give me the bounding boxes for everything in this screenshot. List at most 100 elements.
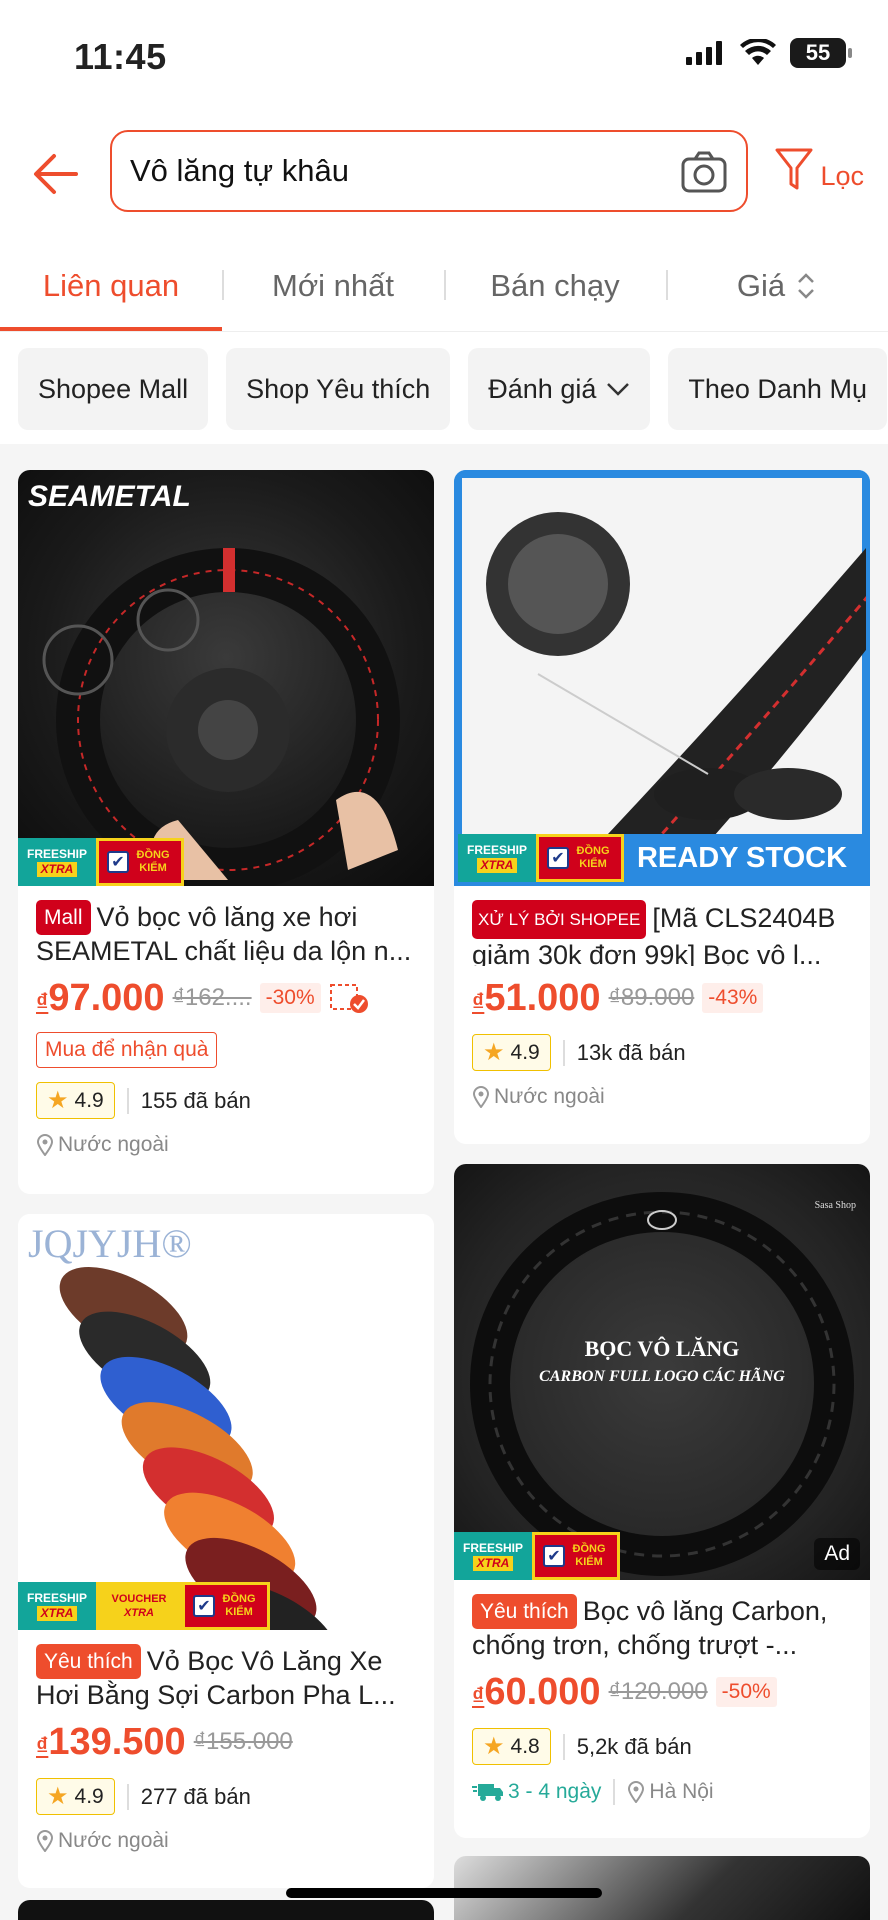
price: 51.000 [484,976,601,1019]
product-image: READY STOCK FREESHIP XTRA ✔ ĐỒNG KIỂM [454,470,870,886]
location-row: Nước ngoài [472,1085,852,1109]
location-text: Hà Nội [649,1780,714,1803]
divider [126,1783,129,1810]
product-image: BỌC VÔ LĂNG CARBON FULL LOGO CÁC HÃNG Sa… [454,1164,870,1580]
location-text: Nước ngoài [494,1085,605,1108]
tab-best-selling[interactable]: Bán chạy [444,240,666,331]
tab-label: Giá [736,267,786,303]
cellular-signal-icon [686,41,722,65]
product-card-partial[interactable] [18,1900,434,1920]
dong-kiem-badge: ✔ ĐỒNG KIỂM [96,838,184,886]
chip-shopee-mall[interactable]: Shopee Mall [18,348,209,430]
location-pin-icon [628,1781,645,1803]
sold-count: 5,2k đã bán [576,1733,692,1759]
brand-watermark: JQJYJH® [28,1221,192,1266]
rating-badge: ★ 4.8 [472,1728,551,1765]
steering-wheel-illustration [42,548,400,886]
tab-relevant[interactable]: Liên quan [0,240,222,331]
sold-count: 155 đã bán [140,1087,251,1113]
star-icon: ★ [47,1783,69,1810]
steering-cover-illustration [486,512,866,854]
original-price: ₫162.... [172,984,252,1011]
price-row: ₫97.000 ₫162.... -30% [36,976,416,1020]
sold-count: 13k đã bán [576,1039,686,1065]
chip-rating[interactable]: Đánh giá [468,348,651,430]
brand-watermark: SEAMETAL [28,480,191,513]
freeship-xtra-badge: FREESHIP XTRA [18,1582,96,1630]
gift-promo-tag: Mua để nhận quà [36,1032,218,1068]
back-arrow-icon[interactable] [26,144,86,204]
delivery-truck-icon [472,1784,503,1801]
search-header: Vô lăng tự khâu Lọc [0,110,888,240]
rating-sold-row: ★ 4.9 13k đã bán [472,1034,852,1071]
product-card[interactable]: BỌC VÔ LĂNG CARBON FULL LOGO CÁC HÃNG Sa… [454,1164,870,1838]
divider [126,1087,129,1114]
location-pin-icon [36,1134,54,1156]
promo-overlay: FREESHIP XTRA VOUCHER XTRA ✔ ĐỒNG KIỂM [18,1582,270,1630]
tab-label: Mới nhất [272,267,394,303]
battery-indicator: 55 [790,38,852,68]
promo-overlay: FREESHIP XTRA ✔ ĐỒNG KIỂM [18,838,184,886]
freeship-xtra-badge: FREESHIP XTRA [18,838,96,886]
status-bar: 11:45 55 [0,0,888,110]
original-price: ₫155.000 [193,1728,293,1755]
product-info: Yêu thích Bọc vô lăng Carbon, chống trơn,… [454,1580,870,1823]
price: 60.000 [484,1670,601,1713]
product-card[interactable]: SEAMETAL FREESHIP XTRA ✔ ĐỒNG KIỂM Mall Vỏ … [18,470,434,1194]
filter-button[interactable]: Lọc [774,146,864,192]
location-row: Nước ngoài [36,1829,416,1853]
location-text: Nước ngoài [58,1829,169,1852]
camera-icon[interactable] [680,150,728,194]
voucher-xtra-badge: VOUCHER XTRA [96,1582,182,1630]
sort-updown-icon [798,272,815,299]
status-icons: 55 [686,38,852,68]
product-title: Yêu thích Vỏ Bọc Vô Lăng Xe Hơi Bằng Sợi … [36,1644,396,1710]
price: 97.000 [48,976,165,1019]
promo-overlay: FREESHIP XTRA ✔ ĐỒNG KIỂM [458,834,624,882]
image-caption: BỌC VÔ LĂNG CARBON FULL LOGO CÁC HÃNG [539,1336,785,1385]
check-icon: ✔ [547,847,569,869]
star-icon: ★ [483,1039,505,1066]
mall-badge: Mall [36,900,91,935]
star-icon: ★ [483,1733,505,1760]
chevron-down-icon [607,383,630,396]
price-row: ₫139.500 ₫155.000 [36,1720,416,1764]
divider [613,1779,616,1805]
sort-tabs: Liên quan Mới nhất Bán chạy Giá [0,240,888,332]
tab-label: Bán chạy [490,267,620,303]
location-pin-icon [36,1830,54,1852]
product-title: XỬ LÝ BỞI SHOPEE [Mã CLS2404B giảm 30k đơ… [472,900,852,966]
rating-badge: ★ 4.9 [36,1778,115,1815]
product-card[interactable]: JQJYJH® FREESHIP XTRA VOUCHER XTRA ✔ ĐỒNG K… [18,1214,434,1888]
original-price: ₫120.000 [608,1678,708,1705]
divider [562,1039,565,1066]
check-icon: ✔ [543,1545,565,1567]
product-info: XỬ LÝ BỞI SHOPEE [Mã CLS2404B giảm 30k đơ… [454,886,870,1127]
ready-stock-banner: READY STOCK [618,834,866,882]
delivery-time: 3 - 4 ngày [508,1780,602,1803]
voucher-check-icon [329,984,368,1013]
chip-category[interactable]: Theo Danh Mụ [668,348,887,430]
tab-newest[interactable]: Mới nhất [222,240,444,331]
steering-covers-illustration [59,1267,338,1630]
status-time: 11:45 [74,36,167,77]
home-indicator[interactable] [286,1888,602,1898]
shipping-location-row: 3 - 4 ngày Hà Nội [472,1779,852,1805]
freeship-xtra-badge: FREESHIP XTRA [458,834,536,882]
chip-label: Đánh giá [488,373,597,404]
filter-label: Lọc [820,161,864,191]
product-card[interactable]: READY STOCK FREESHIP XTRA ✔ ĐỒNG KIỂM XỬ L… [454,470,870,1144]
location-text: Nước ngoài [58,1133,169,1156]
freeship-xtra-badge: FREESHIP XTRA [454,1532,532,1580]
promo-overlay: FREESHIP XTRA ✔ ĐỒNG KIỂM [454,1532,620,1580]
product-image: SEAMETAL FREESHIP XTRA ✔ ĐỒNG KIỂM [18,470,434,886]
divider [562,1733,565,1760]
location-pin-icon [472,1086,490,1108]
tab-price[interactable]: Giá [666,240,888,331]
product-info: Mall Vỏ bọc vô lăng xe hơi SEAMETAL chất … [18,886,434,1175]
search-input[interactable]: Vô lăng tự khâu [110,130,748,212]
currency-symbol: ₫ [36,988,49,1016]
price-row: ₫51.000 ₫89.000 -43% [472,976,852,1020]
rating-sold-row: ★ 4.9 155 đã bán [36,1082,416,1119]
chip-favourite-shop[interactable]: Shop Yêu thích [226,348,451,430]
